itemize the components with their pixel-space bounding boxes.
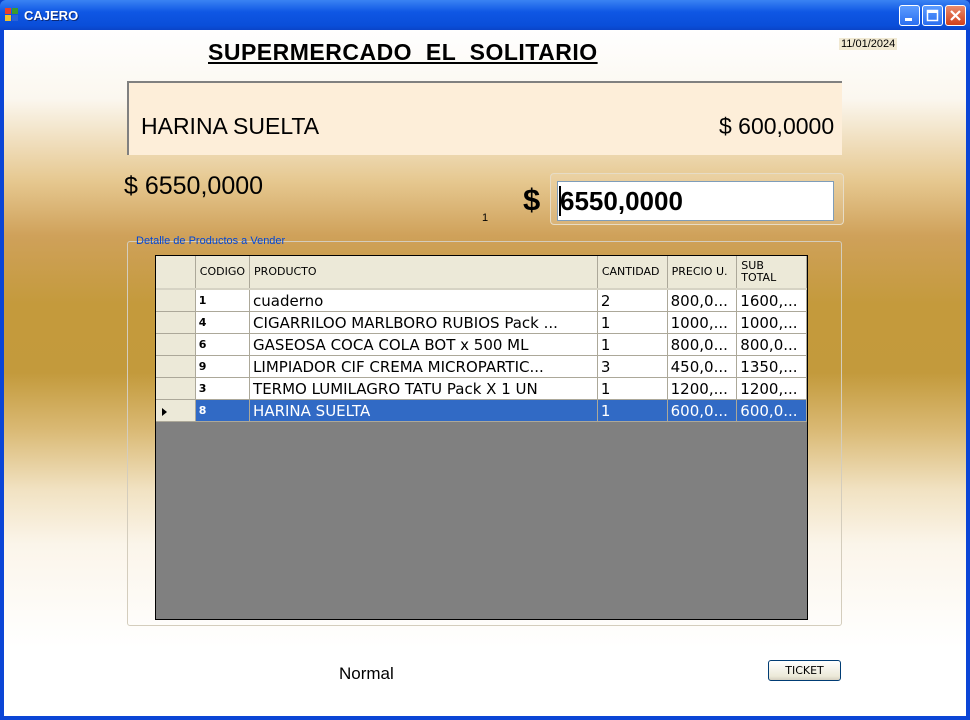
- cell-subtotal[interactable]: 1350,...: [736, 355, 807, 378]
- cell-precio[interactable]: 1000,...: [667, 311, 738, 334]
- cell-producto[interactable]: LIMPIADOR CIF CREMA MICROPARTIC...: [249, 355, 598, 378]
- maximize-icon: [926, 9, 939, 22]
- ticket-button[interactable]: TICKET: [768, 660, 841, 681]
- current-row-arrow-icon: [162, 407, 167, 416]
- cell-cantidad[interactable]: 3: [597, 355, 668, 378]
- cell-subtotal[interactable]: 1200,...: [736, 377, 807, 400]
- cell-codigo[interactable]: 9: [195, 355, 251, 378]
- products-table: CODIGO PRODUCTO CANTIDAD PRECIO U. SUB T…: [156, 256, 807, 422]
- cell-cantidad[interactable]: 1: [597, 333, 668, 356]
- cell-cantidad[interactable]: 2: [597, 289, 668, 312]
- table-row[interactable]: 3 TERMO LUMILAGRO TATU Pack X 1 UN 1 120…: [156, 377, 807, 400]
- close-icon: [950, 10, 961, 21]
- cell-subtotal[interactable]: 1600,...: [736, 289, 807, 312]
- column-header-producto[interactable]: PRODUCTO: [249, 256, 598, 290]
- window-title: CAJERO: [24, 8, 79, 23]
- cell-cantidad[interactable]: 1: [597, 311, 668, 334]
- close-button[interactable]: [945, 5, 966, 26]
- row-header[interactable]: [156, 289, 196, 312]
- store-title: SUPERMERCADO EL SOLITARIO: [208, 39, 598, 65]
- table-header-row: CODIGO PRODUCTO CANTIDAD PRECIO U. SUB T…: [156, 256, 807, 290]
- cell-precio[interactable]: 800,0...: [667, 333, 738, 356]
- client-area: SUPERMERCADO EL SOLITARIO 11/01/2024 HAR…: [4, 30, 966, 716]
- app-icon: [5, 8, 19, 22]
- title-bar[interactable]: CAJERO: [0, 0, 970, 30]
- column-header-cantidad[interactable]: CANTIDAD: [597, 256, 668, 290]
- cell-producto[interactable]: TERMO LUMILAGRO TATU Pack X 1 UN: [249, 377, 598, 400]
- cell-codigo[interactable]: 1: [195, 289, 251, 312]
- total-amount-label: $ 6550,0000: [124, 172, 264, 200]
- current-product-panel: HARINA SUELTA $ 600,0000: [127, 81, 842, 155]
- cell-codigo[interactable]: 6: [195, 333, 251, 356]
- row-header[interactable]: [156, 355, 196, 378]
- row-header[interactable]: [156, 311, 196, 334]
- item-count-label: 1: [482, 212, 489, 224]
- table-row[interactable]: 1 cuaderno 2 800,0... 1600,...: [156, 289, 807, 312]
- cell-producto[interactable]: GASEOSA COCA COLA BOT x 500 ML: [249, 333, 598, 356]
- cell-subtotal[interactable]: 800,0...: [736, 333, 807, 356]
- row-header-current[interactable]: [156, 399, 196, 422]
- date-label: 11/01/2024: [839, 38, 898, 50]
- table-row[interactable]: 9 LIMPIADOR CIF CREMA MICROPARTIC... 3 4…: [156, 355, 807, 378]
- cell-precio[interactable]: 1200,...: [667, 377, 738, 400]
- cell-codigo[interactable]: 4: [195, 311, 251, 334]
- detail-group-title: Detalle de Productos a Vender: [136, 235, 286, 247]
- products-grid[interactable]: CODIGO PRODUCTO CANTIDAD PRECIO U. SUB T…: [155, 255, 808, 620]
- table-row[interactable]: 4 CIGARRILOO MARLBORO RUBIOS Pack ... 1 …: [156, 311, 807, 334]
- status-label: Normal: [339, 664, 394, 683]
- cell-precio[interactable]: 600,0...: [667, 399, 738, 422]
- cell-subtotal[interactable]: 1000,...: [736, 311, 807, 334]
- cell-producto[interactable]: CIGARRILOO MARLBORO RUBIOS Pack ...: [249, 311, 598, 334]
- app-window: CAJERO SUPERMERCADO EL SOLITARIO 11/01/2…: [0, 0, 970, 720]
- cell-cantidad[interactable]: 1: [597, 399, 668, 422]
- cell-producto[interactable]: HARINA SUELTA: [249, 399, 598, 422]
- minimize-button[interactable]: [899, 5, 920, 26]
- row-header[interactable]: [156, 377, 196, 400]
- current-product-name: HARINA SUELTA: [141, 113, 320, 139]
- current-product-price: $ 600,0000: [719, 113, 835, 139]
- column-header-codigo[interactable]: CODIGO: [195, 256, 251, 290]
- column-header-precio[interactable]: PRECIO U.: [667, 256, 738, 290]
- maximize-button[interactable]: [922, 5, 943, 26]
- cell-producto[interactable]: cuaderno: [249, 289, 598, 312]
- cell-precio[interactable]: 800,0...: [667, 289, 738, 312]
- cell-cantidad[interactable]: 1: [597, 377, 668, 400]
- currency-symbol: $: [523, 182, 541, 217]
- text-caret: [559, 186, 561, 216]
- total-input[interactable]: 6550,0000: [557, 181, 834, 221]
- column-header-subtotal[interactable]: SUB TOTAL: [736, 256, 807, 290]
- minimize-icon: [905, 18, 912, 21]
- cell-codigo[interactable]: 3: [195, 377, 251, 400]
- row-header-corner[interactable]: [156, 256, 196, 290]
- table-row-selected[interactable]: 8 HARINA SUELTA 1 600,0... 600,0...: [156, 399, 807, 422]
- cell-codigo[interactable]: 8: [195, 399, 251, 422]
- table-row[interactable]: 6 GASEOSA COCA COLA BOT x 500 ML 1 800,0…: [156, 333, 807, 356]
- cell-subtotal[interactable]: 600,0...: [736, 399, 807, 422]
- cell-precio[interactable]: 450,0...: [667, 355, 738, 378]
- row-header[interactable]: [156, 333, 196, 356]
